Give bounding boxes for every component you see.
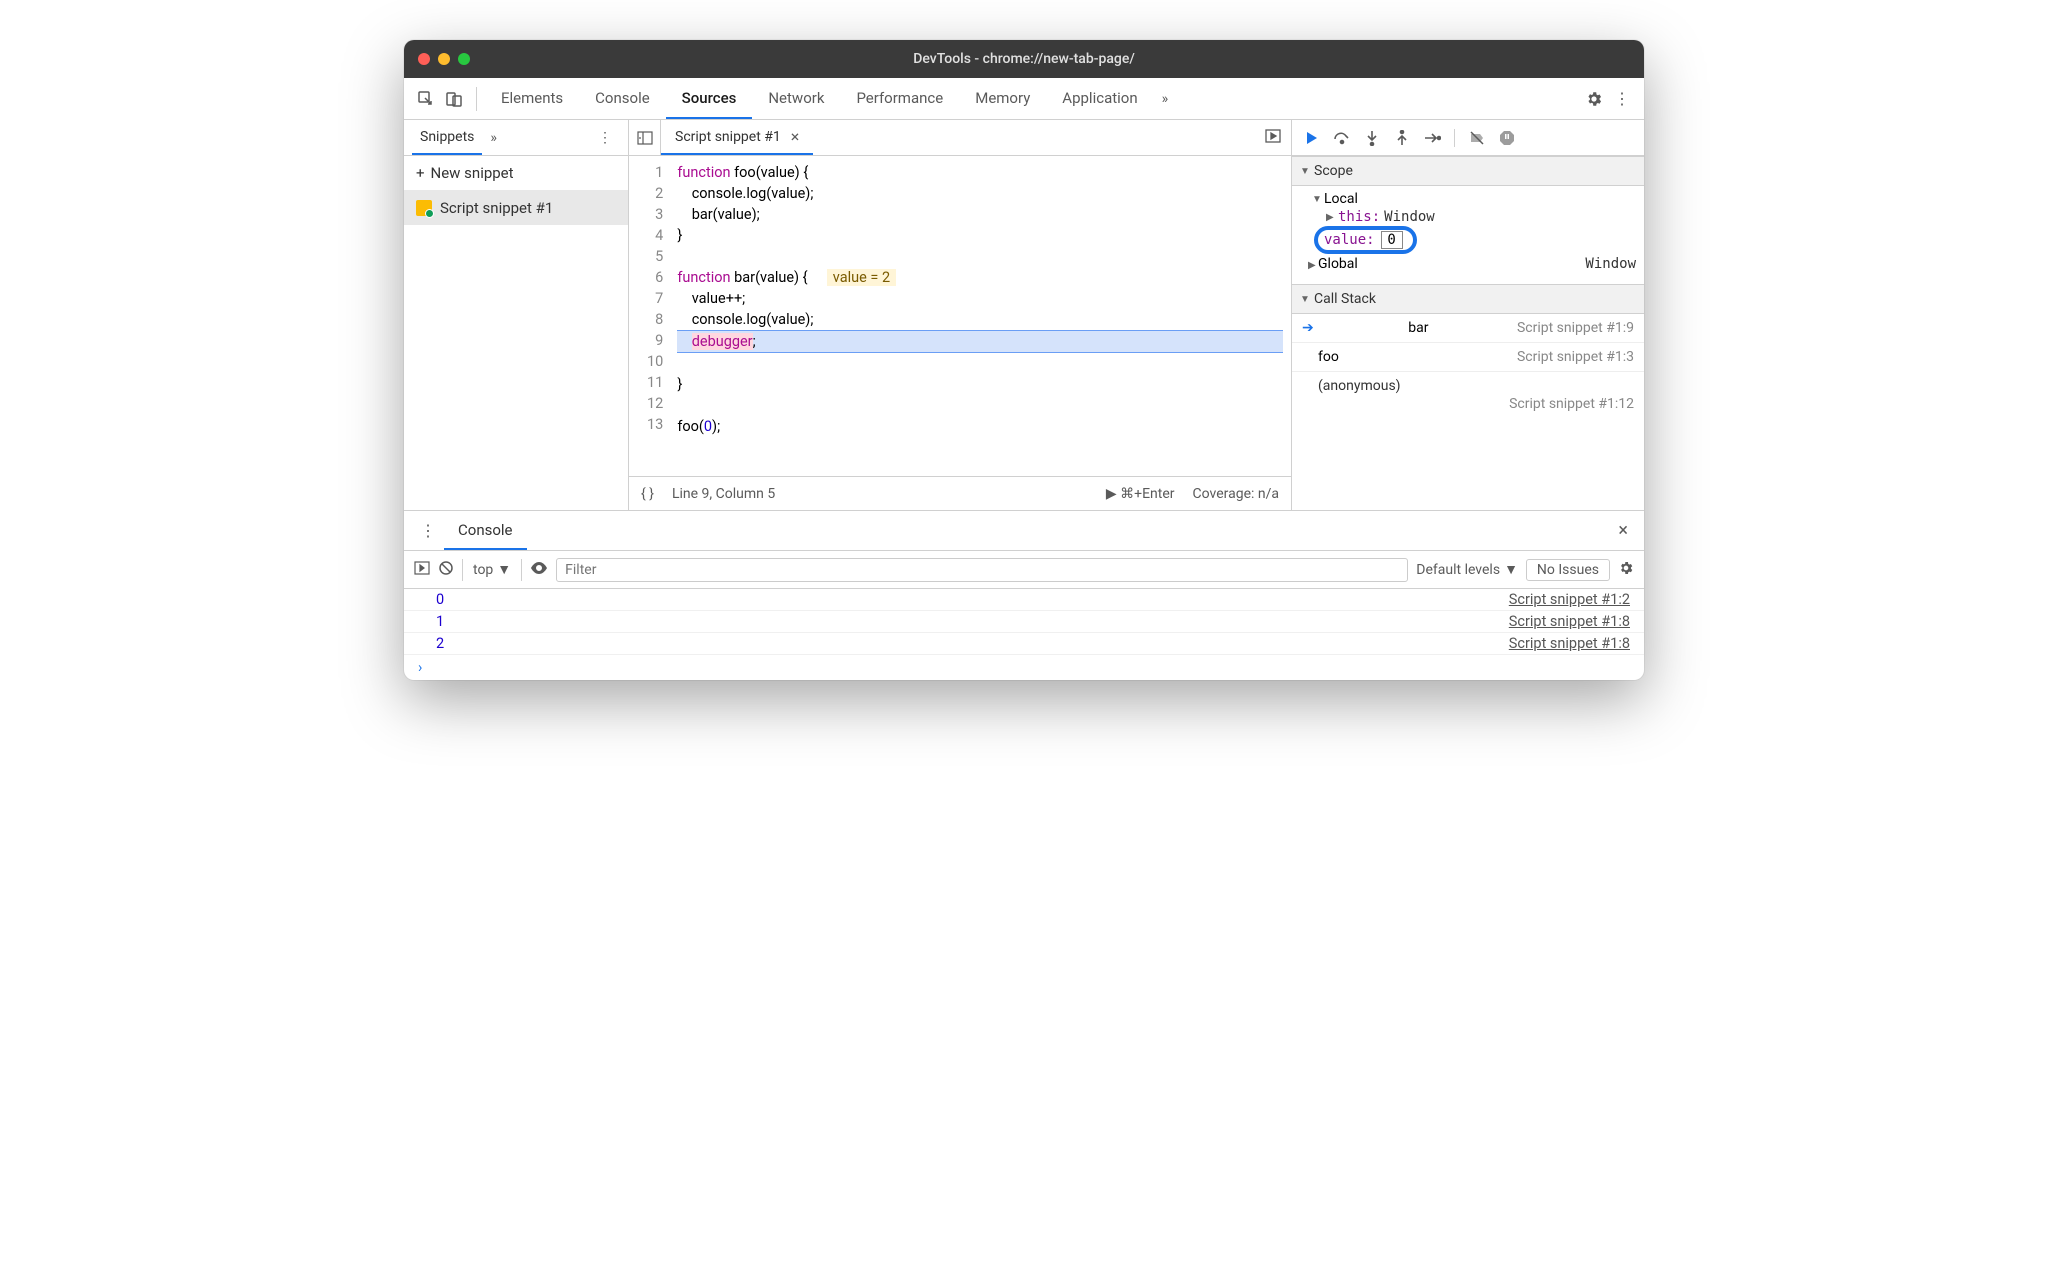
stack-frame-bar[interactable]: bar Script snippet #1:9 bbox=[1292, 314, 1644, 343]
scope-this[interactable]: ▶this:Window bbox=[1300, 208, 1644, 226]
navigator-menu-icon[interactable]: ⋮ bbox=[590, 130, 620, 146]
file-tab-label: Script snippet #1 bbox=[675, 129, 781, 145]
run-snippet-icon[interactable] bbox=[1255, 128, 1291, 148]
settings-icon[interactable] bbox=[1580, 85, 1608, 113]
code-editor[interactable]: 12345678910111213 function foo(value) { … bbox=[629, 156, 1291, 476]
tab-network[interactable]: Network bbox=[752, 78, 840, 119]
console-sidebar-toggle-icon[interactable] bbox=[414, 560, 430, 580]
stack-frame-foo[interactable]: foo Script snippet #1:3 bbox=[1292, 343, 1644, 372]
stack-frame-anonymous-loc: Script snippet #1:12 bbox=[1292, 396, 1644, 418]
console-toolbar: top ▼ Default levels ▼ No Issues bbox=[404, 551, 1644, 589]
main-toolbar: Elements Console Sources Network Perform… bbox=[404, 78, 1644, 120]
file-tab[interactable]: Script snippet #1 × bbox=[661, 120, 813, 155]
more-tabs-icon[interactable]: » bbox=[1154, 91, 1177, 107]
console-prompt[interactable]: › bbox=[404, 655, 1644, 680]
close-window-icon[interactable] bbox=[418, 53, 430, 65]
drawer-close-icon[interactable]: × bbox=[1610, 520, 1636, 541]
snippets-tab[interactable]: Snippets bbox=[412, 120, 482, 155]
devtools-window: DevTools - chrome://new-tab-page/ Elemen… bbox=[404, 40, 1644, 680]
clear-console-icon[interactable] bbox=[438, 560, 454, 580]
debugger-panel: ▼Scope ▼Local ▶this:Window value: ▶Globa… bbox=[1292, 120, 1644, 510]
console-drawer: ⋮ Console × top ▼ Default levels ▼ No Is… bbox=[404, 510, 1644, 680]
new-snippet-button[interactable]: + New snippet bbox=[404, 156, 628, 191]
tab-elements[interactable]: Elements bbox=[485, 78, 579, 119]
scope-local[interactable]: ▼Local bbox=[1300, 190, 1644, 208]
scope-value-input[interactable] bbox=[1381, 231, 1403, 249]
editor-tabs: Script snippet #1 × bbox=[629, 120, 1291, 156]
issues-button[interactable]: No Issues bbox=[1526, 559, 1610, 581]
scope-body: ▼Local ▶this:Window value: ▶Global Windo… bbox=[1292, 186, 1644, 284]
context-selector[interactable]: top ▼ bbox=[462, 559, 522, 581]
step-into-icon[interactable] bbox=[1360, 126, 1384, 150]
cursor-position: Line 9, Column 5 bbox=[672, 486, 775, 502]
code-body[interactable]: function foo(value) { console.log(value)… bbox=[673, 156, 1291, 476]
editor-statusbar: { } Line 9, Column 5 ▶ ⌘+Enter Coverage:… bbox=[629, 476, 1291, 510]
minimize-window-icon[interactable] bbox=[438, 53, 450, 65]
log-source-link[interactable]: Script snippet #1:8 bbox=[1509, 635, 1630, 652]
tab-sources[interactable]: Sources bbox=[666, 78, 753, 119]
log-levels-selector[interactable]: Default levels ▼ bbox=[1416, 561, 1518, 578]
step-icon[interactable] bbox=[1420, 126, 1444, 150]
sources-panel: Snippets » ⋮ + New snippet Script snippe… bbox=[404, 120, 1644, 510]
pause-exceptions-icon[interactable] bbox=[1495, 126, 1519, 150]
device-toggle-icon[interactable] bbox=[440, 85, 468, 113]
scope-value-highlight: value: bbox=[1314, 226, 1417, 254]
callstack-section-header[interactable]: ▼Call Stack bbox=[1292, 284, 1644, 314]
navigator-more-icon[interactable]: » bbox=[482, 130, 505, 146]
new-snippet-label: New snippet bbox=[431, 164, 514, 182]
scope-global[interactable]: ▶Global Window bbox=[1300, 254, 1644, 276]
tab-console[interactable]: Console bbox=[579, 78, 666, 119]
maximize-window-icon[interactable] bbox=[458, 53, 470, 65]
log-source-link[interactable]: Script snippet #1:8 bbox=[1509, 613, 1630, 630]
pretty-print-icon[interactable]: { } bbox=[641, 486, 654, 502]
close-tab-icon[interactable]: × bbox=[791, 127, 800, 146]
panel-tabs: Elements Console Sources Network Perform… bbox=[485, 78, 1154, 119]
drawer-tabs: ⋮ Console × bbox=[404, 511, 1644, 551]
snippet-item[interactable]: Script snippet #1 bbox=[404, 191, 628, 225]
tab-application[interactable]: Application bbox=[1046, 78, 1153, 119]
drawer-menu-icon[interactable]: ⋮ bbox=[412, 521, 444, 540]
step-out-icon[interactable] bbox=[1390, 126, 1414, 150]
inspect-icon[interactable] bbox=[412, 85, 440, 113]
live-expression-icon[interactable] bbox=[530, 562, 548, 578]
snippet-file-icon bbox=[416, 200, 432, 216]
log-source-link[interactable]: Script snippet #1:2 bbox=[1509, 591, 1630, 608]
kebab-menu-icon[interactable]: ⋮ bbox=[1608, 85, 1636, 113]
stack-frame-anonymous[interactable]: (anonymous) bbox=[1292, 372, 1644, 396]
tab-memory[interactable]: Memory bbox=[959, 78, 1046, 119]
navigator-tabs: Snippets » ⋮ bbox=[404, 120, 628, 156]
navigator-sidebar: Snippets » ⋮ + New snippet Script snippe… bbox=[404, 120, 629, 510]
resume-icon[interactable] bbox=[1300, 126, 1324, 150]
log-row: 2Script snippet #1:8 bbox=[404, 633, 1644, 655]
plus-icon: + bbox=[416, 164, 425, 182]
snippet-name: Script snippet #1 bbox=[440, 199, 553, 217]
console-output: 0Script snippet #1:2 1Script snippet #1:… bbox=[404, 589, 1644, 680]
log-row: 0Script snippet #1:2 bbox=[404, 589, 1644, 611]
window-controls bbox=[418, 53, 470, 65]
inline-value-hint: value = 2 bbox=[827, 269, 896, 286]
coverage-status[interactable]: Coverage: n/a bbox=[1193, 486, 1279, 502]
editor-panel: Script snippet #1 × 12345678910111213 fu… bbox=[629, 120, 1292, 510]
log-row: 1Script snippet #1:8 bbox=[404, 611, 1644, 633]
drawer-tab-console[interactable]: Console bbox=[444, 511, 527, 550]
line-gutter: 12345678910111213 bbox=[629, 156, 673, 476]
debug-controls bbox=[1292, 120, 1644, 156]
console-settings-icon[interactable] bbox=[1618, 560, 1634, 580]
titlebar: DevTools - chrome://new-tab-page/ bbox=[404, 40, 1644, 78]
tab-performance[interactable]: Performance bbox=[840, 78, 959, 119]
window-title: DevTools - chrome://new-tab-page/ bbox=[404, 51, 1644, 67]
scope-section-header[interactable]: ▼Scope bbox=[1292, 156, 1644, 186]
navigator-toggle-icon[interactable] bbox=[629, 120, 661, 155]
console-filter-input[interactable] bbox=[556, 558, 1408, 582]
run-shortcut[interactable]: ▶ ⌘+Enter bbox=[1106, 486, 1175, 502]
step-over-icon[interactable] bbox=[1330, 126, 1354, 150]
deactivate-breakpoints-icon[interactable] bbox=[1465, 126, 1489, 150]
